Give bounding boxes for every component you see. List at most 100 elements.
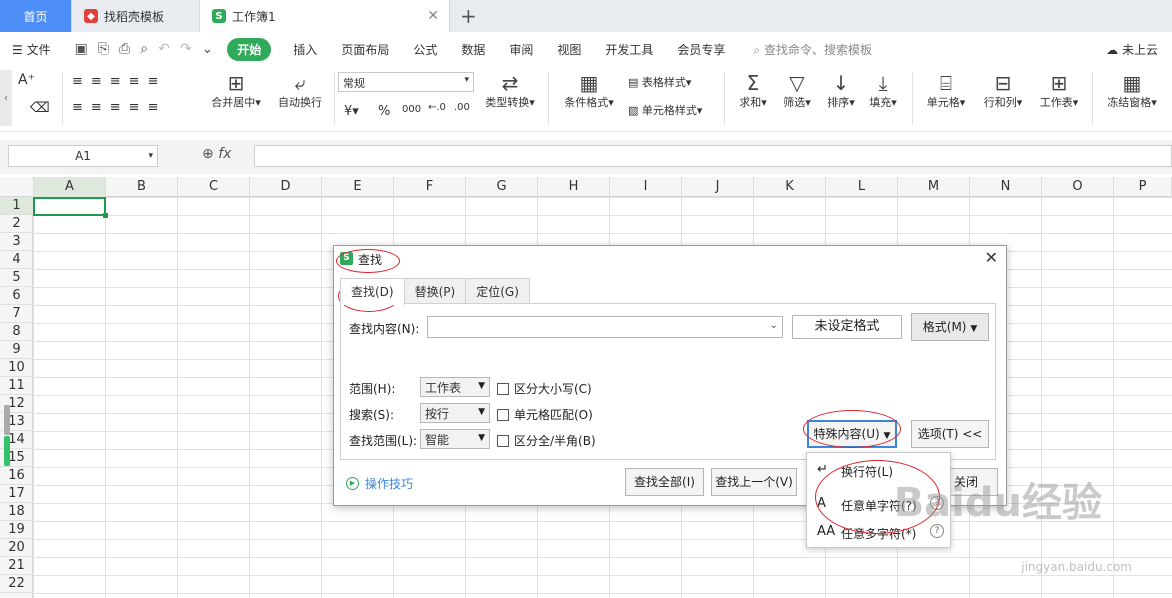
- row-header[interactable]: 6: [0, 287, 33, 305]
- tab-member[interactable]: 会员专享: [677, 41, 725, 58]
- selected-cell-a1[interactable]: [33, 197, 108, 218]
- type-convert-button[interactable]: ⇄ 类型转换▾: [482, 72, 538, 110]
- tab-goto[interactable]: 定位(G): [465, 278, 530, 304]
- match-cell-checkbox[interactable]: 单元格匹配(O): [497, 406, 593, 423]
- decimal-increase-icon[interactable]: ←.0: [428, 102, 446, 113]
- tab-review[interactable]: 审阅: [509, 41, 533, 58]
- tab-home[interactable]: 首页: [0, 0, 72, 32]
- tab-replace[interactable]: 替换(P): [403, 278, 467, 304]
- command-search[interactable]: ⌕ 查找命令、搜索模板: [753, 41, 872, 58]
- row-header[interactable]: 4: [0, 251, 33, 269]
- special-content-button[interactable]: 特殊内容(U) ▼: [807, 420, 897, 448]
- sort-button[interactable]: ↓ 排序▾: [824, 72, 858, 110]
- sum-button[interactable]: Σ 求和▾: [736, 72, 770, 110]
- print-icon[interactable]: ⎙: [119, 41, 130, 57]
- row-header[interactable]: 11: [0, 377, 33, 395]
- row-header[interactable]: 8: [0, 323, 33, 341]
- column-header[interactable]: H: [538, 177, 610, 197]
- close-icon[interactable]: ✕: [985, 248, 998, 267]
- align-bottom-row-icons[interactable]: ≡≡≡≡≡: [72, 100, 166, 115]
- row-header[interactable]: 16: [0, 467, 33, 485]
- column-header[interactable]: J: [682, 177, 754, 197]
- redo-icon[interactable]: ↷: [180, 41, 192, 57]
- row-header[interactable]: 1: [0, 197, 33, 215]
- row-header[interactable]: 20: [0, 539, 33, 557]
- tab-workbook1[interactable]: S 工作簿1 ✕: [200, 0, 450, 32]
- tab-data[interactable]: 数据: [461, 41, 485, 58]
- scope-select[interactable]: 工作表 ▼: [420, 377, 490, 397]
- tab-formulas[interactable]: 公式: [413, 41, 437, 58]
- checkbox-box[interactable]: [497, 408, 509, 421]
- row-col-button[interactable]: ⊟ 行和列▾: [980, 72, 1026, 110]
- row-header[interactable]: 10: [0, 359, 33, 377]
- decimal-decrease-icon[interactable]: .00: [454, 102, 470, 113]
- tab-developer[interactable]: 开发工具: [605, 41, 653, 58]
- checkbox-box[interactable]: [497, 382, 509, 395]
- column-header[interactable]: L: [826, 177, 898, 197]
- row-header[interactable]: 22: [0, 575, 33, 593]
- match-case-checkbox[interactable]: 区分大小写(C): [497, 380, 592, 397]
- conditional-format-button[interactable]: ▦ 条件格式▾: [560, 72, 618, 110]
- ribbon-scroll-left-icon[interactable]: ‹: [0, 70, 12, 126]
- column-header[interactable]: O: [1042, 177, 1114, 197]
- row-header[interactable]: 3: [0, 233, 33, 251]
- row-header[interactable]: 18: [0, 503, 33, 521]
- tab-start[interactable]: 开始: [227, 37, 272, 61]
- merge-center-button[interactable]: ⊞ 合并居中▾: [206, 72, 266, 110]
- row-header[interactable]: 7: [0, 305, 33, 323]
- options-button[interactable]: 选项(T) <<: [911, 420, 989, 448]
- close-tab-icon[interactable]: ✕: [427, 8, 439, 24]
- column-header[interactable]: M: [898, 177, 970, 197]
- checkbox-box[interactable]: [497, 434, 509, 447]
- fill-button[interactable]: ⤓ 填充▾: [866, 72, 900, 110]
- thousands-button[interactable]: 000: [402, 104, 421, 115]
- eraser-icon[interactable]: ⌫: [30, 100, 50, 116]
- table-style-button[interactable]: ▤ 表格样式▾: [628, 74, 691, 90]
- align-top-row-icons[interactable]: ≡≡≡≡≡: [72, 74, 166, 89]
- filter-button[interactable]: ▽ 筛选▾: [780, 72, 814, 110]
- row-header[interactable]: 2: [0, 215, 33, 233]
- column-header[interactable]: P: [1114, 177, 1172, 197]
- operation-tips-link[interactable]: ▶ 操作技巧: [346, 475, 413, 492]
- name-box[interactable]: A1 ▾: [8, 145, 158, 167]
- number-format-select[interactable]: 常规 ▾: [338, 72, 474, 92]
- export-pdf-icon[interactable]: ⎘: [98, 41, 109, 57]
- column-header[interactable]: K: [754, 177, 826, 197]
- tab-docer-templates[interactable]: ◆ 找稻壳模板: [72, 0, 200, 32]
- search-order-select[interactable]: 按行 ▼: [420, 403, 490, 423]
- font-size-up-icon[interactable]: A⁺: [18, 72, 35, 88]
- save-icon[interactable]: ▣: [75, 41, 88, 57]
- column-header[interactable]: D: [250, 177, 322, 197]
- print-preview-icon[interactable]: ⌕: [140, 41, 148, 57]
- percent-button[interactable]: %: [378, 104, 390, 119]
- wrap-text-button[interactable]: ⤶ 自动换行: [272, 72, 328, 110]
- tab-insert[interactable]: 插入: [293, 41, 317, 58]
- formula-fx-icon[interactable]: ⊕ fx: [202, 146, 231, 162]
- cell-style-button[interactable]: ▧ 单元格样式▾: [628, 102, 702, 118]
- cell-button[interactable]: ⌸ 单元格▾: [922, 72, 970, 110]
- cloud-status[interactable]: ☁ 未上云: [1106, 41, 1158, 58]
- currency-button[interactable]: ¥▾: [344, 104, 359, 119]
- format-button[interactable]: 格式(M) ▼: [911, 313, 989, 341]
- column-header[interactable]: C: [178, 177, 250, 197]
- row-header[interactable]: 19: [0, 521, 33, 539]
- column-header[interactable]: F: [394, 177, 466, 197]
- column-header[interactable]: B: [106, 177, 178, 197]
- row-header[interactable]: 9: [0, 341, 33, 359]
- find-all-button[interactable]: 查找全部(I): [625, 468, 704, 496]
- column-header[interactable]: I: [610, 177, 682, 197]
- find-previous-button[interactable]: 查找上一个(V): [711, 468, 797, 496]
- row-header[interactable]: 5: [0, 269, 33, 287]
- customize-chevron-icon[interactable]: ⌄: [202, 41, 214, 57]
- find-content-input[interactable]: ⌄: [427, 316, 783, 338]
- column-header[interactable]: N: [970, 177, 1042, 197]
- dialog-titlebar[interactable]: S 查找 ✕: [334, 246, 1006, 272]
- new-tab-button[interactable]: +: [450, 0, 487, 32]
- freeze-panes-button[interactable]: ▦ 冻结窗格▾: [1102, 72, 1162, 110]
- row-header[interactable]: 17: [0, 485, 33, 503]
- file-menu[interactable]: ☰ 文件: [12, 41, 51, 58]
- tab-page-layout[interactable]: 页面布局: [341, 41, 389, 58]
- formula-input[interactable]: [254, 145, 1172, 167]
- column-header[interactable]: G: [466, 177, 538, 197]
- undo-icon[interactable]: ↶: [158, 41, 170, 57]
